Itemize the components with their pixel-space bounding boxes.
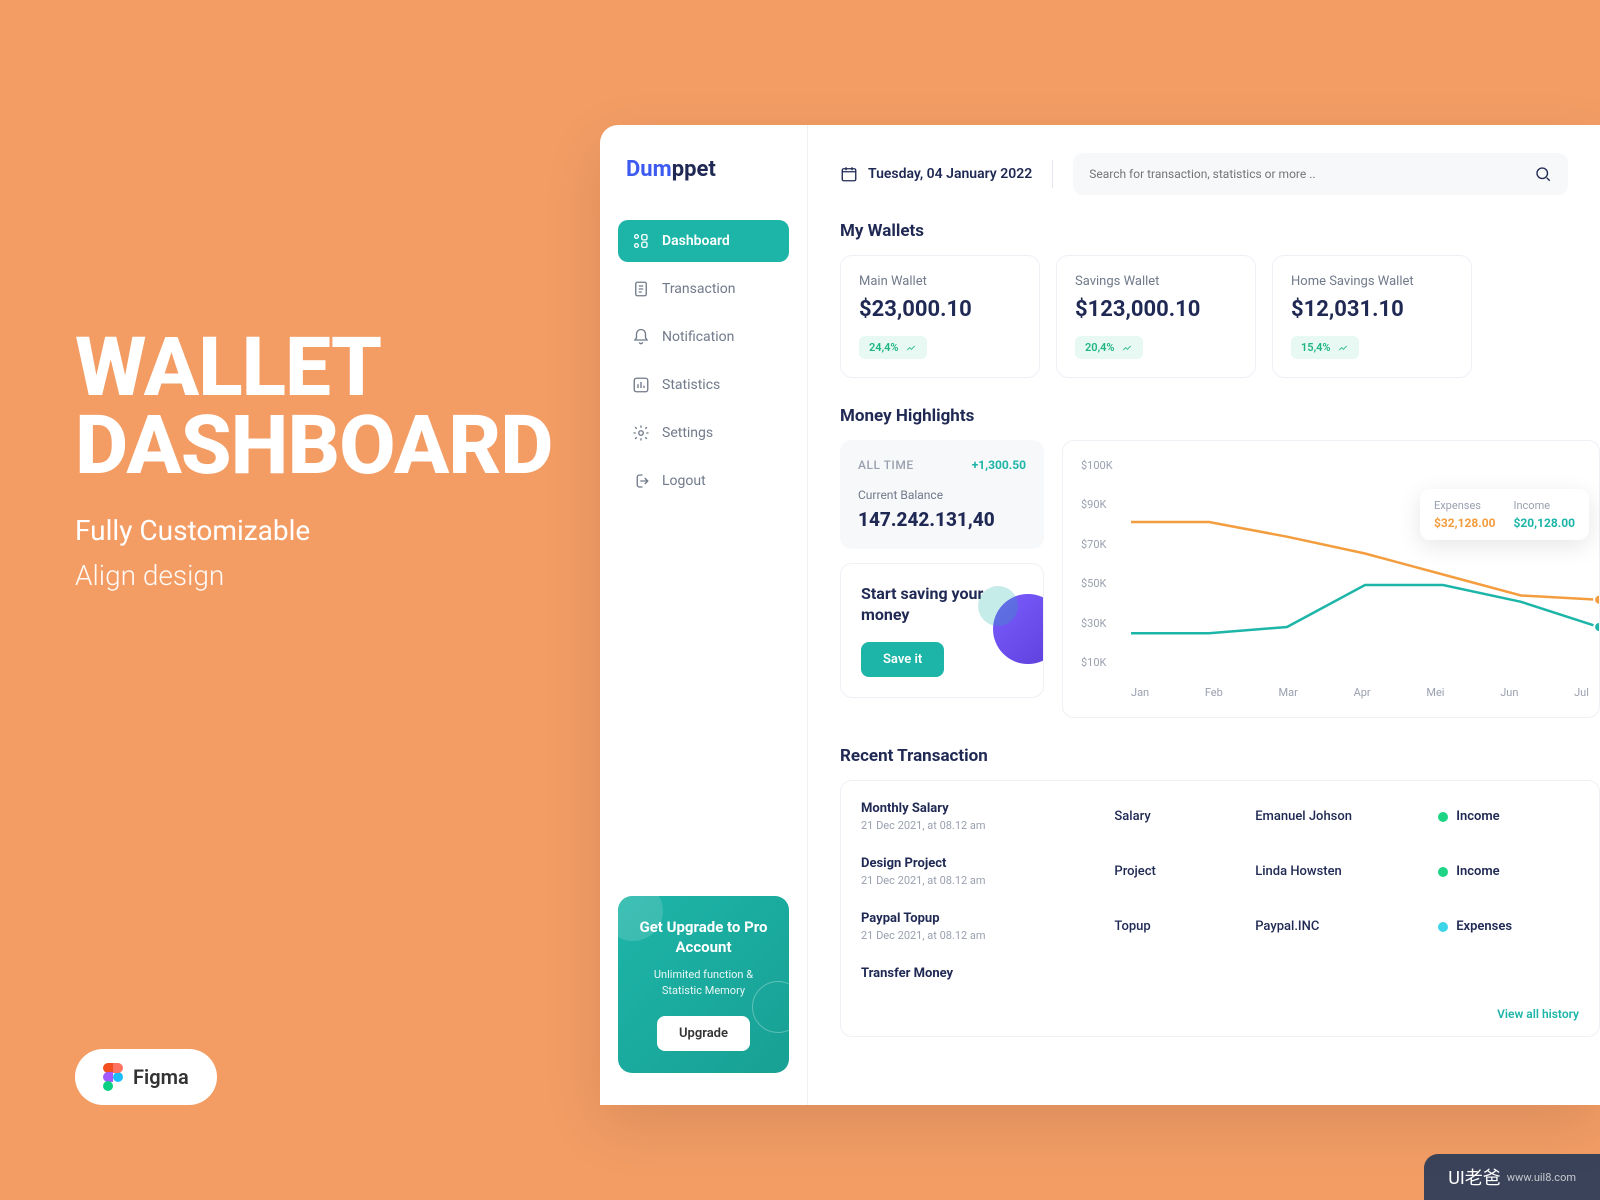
save-card: Start saving your money Save it (840, 563, 1044, 698)
search-box[interactable] (1073, 153, 1568, 195)
search-icon (1534, 165, 1552, 183)
sidebar-item-dashboard[interactable]: Dashboard (618, 220, 789, 262)
table-row[interactable]: Monthly Salary 21 Dec 2021, at 08.12 amSa… (841, 789, 1599, 844)
sidebar-item-label: Dashboard (662, 233, 730, 249)
highlights-row: ALL TIME +1,300.50 Current Balance 147.2… (840, 440, 1600, 718)
upgrade-card: Get Upgrade to Pro Account Unlimited fun… (618, 896, 789, 1073)
sidebar-item-settings[interactable]: Settings (618, 412, 789, 454)
receipt-icon (632, 280, 650, 298)
wallet-amount: $23,000.10 (859, 297, 1021, 322)
bell-icon (632, 328, 650, 346)
status-dot (1438, 867, 1448, 877)
wallet-card[interactable]: Savings Wallet $123,000.10 20,4% (1056, 255, 1256, 378)
balance-label: Current Balance (858, 488, 1026, 502)
table-row[interactable]: Design Project 21 Dec 2021, at 08.12 amPr… (841, 844, 1599, 899)
tx-type: Income (1438, 809, 1579, 824)
wallet-name: Home Savings Wallet (1291, 274, 1453, 289)
highlights-left: ALL TIME +1,300.50 Current Balance 147.2… (840, 440, 1044, 718)
tx-type: Income (1438, 864, 1579, 879)
sidebar-item-label: Statistics (662, 377, 720, 393)
chart-icon (632, 376, 650, 394)
transactions-heading: Recent Transaction (840, 746, 1600, 766)
divider (1052, 160, 1053, 188)
wallet-card[interactable]: Main Wallet $23,000.10 24,4% (840, 255, 1040, 378)
highlights-heading: Money Highlights (840, 406, 1600, 426)
tx-category: Salary (1114, 809, 1255, 824)
balance-value: 147.242.131,40 (858, 508, 1026, 531)
upgrade-button[interactable]: Upgrade (657, 1016, 750, 1051)
search-input[interactable] (1089, 167, 1534, 181)
sidebar-item-label: Logout (662, 473, 706, 489)
tx-person: Emanuel Johson (1255, 809, 1438, 824)
transaction-list: Monthly Salary21 Dec 2021, at 08.12 amSa… (840, 780, 1600, 1037)
sidebar-item-logout[interactable]: Logout (618, 460, 789, 502)
upgrade-subtitle: Unlimited function & Statistic Memory (634, 967, 773, 998)
wallet-amount: $12,031.10 (1291, 297, 1453, 322)
wallets-heading: My Wallets (840, 221, 1600, 241)
tx-title: Design Project (861, 856, 1114, 871)
wallet-trend: 20,4% (1075, 336, 1143, 359)
gear-icon (632, 424, 650, 442)
figma-icon (103, 1063, 123, 1091)
alltime-label: ALL TIME (858, 458, 914, 472)
main-content: Tuesday, 04 January 2022 My Wallets Main… (808, 125, 1600, 1105)
grid-icon (632, 232, 650, 250)
sidebar-item-transaction[interactable]: Transaction (618, 268, 789, 310)
sidebar: Dumppet Dashboard Transaction Notification… (600, 125, 808, 1105)
chart-x-axis: JanFebMarAprMeiJunJul (1131, 686, 1589, 699)
sidebar-item-notification[interactable]: Notification (618, 316, 789, 358)
wallet-trend: 24,4% (859, 336, 927, 359)
tx-person: Paypal.INC (1255, 919, 1438, 934)
chart-area: $100K$90K$70K$50K$30K$10K JanFebMarAprMe… (1081, 459, 1599, 699)
wallet-card[interactable]: Home Savings Wallet $12,031.10 15,4% (1272, 255, 1472, 378)
sidebar-item-label: Settings (662, 425, 713, 441)
wallet-name: Savings Wallet (1075, 274, 1237, 289)
tx-person: Linda Howsten (1255, 864, 1438, 879)
tx-title: Monthly Salary (861, 801, 1114, 816)
alltime-value: +1,300.50 (972, 458, 1026, 472)
upgrade-title: Get Upgrade to Pro Account (634, 918, 773, 957)
sidebar-item-label: Transaction (662, 281, 736, 297)
brand-logo: Dumppet (618, 157, 789, 182)
save-title: Start saving your money (861, 584, 1023, 626)
balance-card: ALL TIME +1,300.50 Current Balance 147.2… (840, 440, 1044, 549)
promo-title: WALLETDASHBOARD (75, 330, 552, 486)
wallets-row: Main Wallet $23,000.10 24,4% Savings Walle… (840, 255, 1600, 378)
table-row[interactable]: Transfer Money (841, 954, 1599, 993)
chart-y-axis: $100K$90K$70K$50K$30K$10K (1081, 459, 1123, 669)
sidebar-item-statistics[interactable]: Statistics (618, 364, 789, 406)
calendar-icon (840, 165, 858, 183)
status-dot (1438, 922, 1448, 932)
save-button[interactable]: Save it (861, 642, 944, 677)
promo-block: WALLETDASHBOARD Fully Customizable Align… (75, 330, 552, 592)
tx-category: Project (1114, 864, 1255, 879)
tx-date: 21 Dec 2021, at 08.12 am (861, 929, 1114, 942)
tx-category: Topup (1114, 919, 1255, 934)
watermark: UI老爸 www.uil8.com (1424, 1154, 1600, 1200)
figma-badge: Figma (75, 1049, 217, 1105)
promo-sub2: Align design (75, 559, 552, 592)
tx-type: Expenses (1438, 919, 1579, 934)
sidebar-item-label: Notification (662, 329, 734, 345)
tx-date: 21 Dec 2021, at 08.12 am (861, 819, 1114, 832)
date-display: Tuesday, 04 January 2022 (840, 165, 1032, 183)
chart-tooltip: Expenses $32,128.00 Income $20,128.00 (1420, 489, 1589, 540)
wallet-amount: $123,000.10 (1075, 297, 1237, 322)
chart-card: $100K$90K$70K$50K$30K$10K JanFebMarAprMe… (1062, 440, 1600, 718)
tx-title: Transfer Money (861, 966, 1114, 981)
sidebar-nav: Dashboard Transaction Notification Statisti… (618, 220, 789, 508)
logout-icon (632, 472, 650, 490)
app-window: Dumppet Dashboard Transaction Notification… (600, 125, 1600, 1105)
wallet-trend: 15,4% (1291, 336, 1359, 359)
table-row[interactable]: Paypal Topup 21 Dec 2021, at 08.12 amTopu… (841, 899, 1599, 954)
view-all-link[interactable]: View all history (1497, 1007, 1579, 1021)
tx-title: Paypal Topup (861, 911, 1114, 926)
topbar: Tuesday, 04 January 2022 (840, 153, 1600, 195)
promo-sub1: Fully Customizable (75, 514, 552, 547)
status-dot (1438, 812, 1448, 822)
wallet-name: Main Wallet (859, 274, 1021, 289)
tx-date: 21 Dec 2021, at 08.12 am (861, 874, 1114, 887)
